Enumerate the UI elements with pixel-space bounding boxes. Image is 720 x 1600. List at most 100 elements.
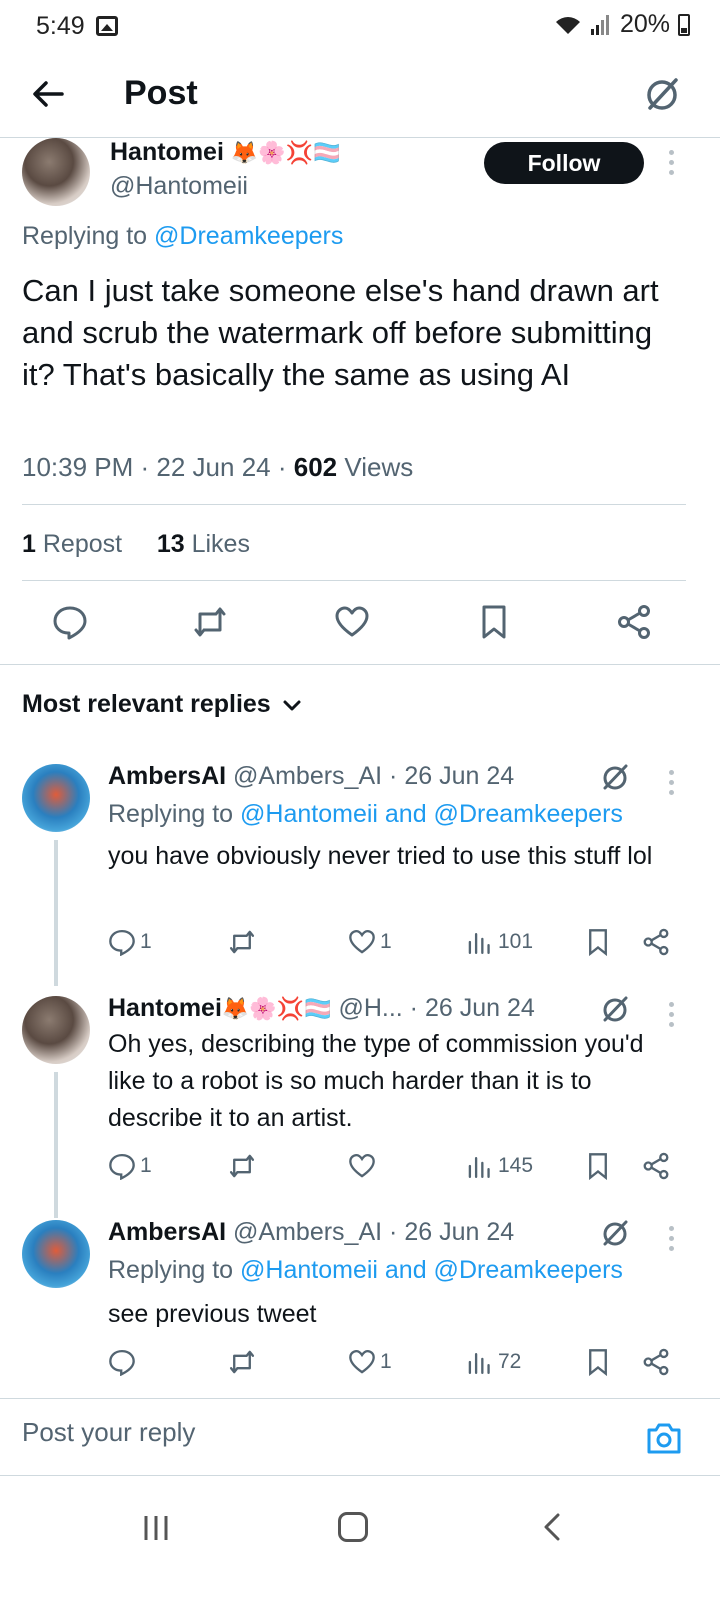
replying-to-link[interactable]: @Dreamkeepers: [154, 222, 343, 250]
views-count: 602: [293, 452, 338, 482]
bookmark-icon[interactable]: [476, 604, 512, 640]
views-button[interactable]: 145: [466, 1152, 533, 1180]
back-arrow-icon[interactable]: [28, 74, 68, 114]
replying-to: Replying to @Hantomeii and @Dreamkeepers: [108, 1256, 623, 1284]
reply-icon[interactable]: [52, 604, 88, 640]
engagement-stats: 1 Repost 13 Likes: [22, 530, 250, 559]
likes-stat[interactable]: 13 Likes: [157, 530, 250, 558]
author-name[interactable]: AmbersAI: [108, 1218, 226, 1246]
views-icon: [468, 1353, 490, 1375]
share-icon: [643, 1152, 669, 1180]
author-emojis: 🦊🌸💢🏳️‍⚧️: [221, 996, 332, 1021]
share-icon: [643, 1348, 669, 1376]
more-options-icon[interactable]: [669, 150, 675, 175]
signal-icon: [590, 14, 609, 35]
more-options-icon[interactable]: [669, 770, 675, 795]
repost-icon: [229, 1154, 255, 1178]
reply-header: AmbersAI @Ambers_AI · 26 Jun 24: [108, 1218, 515, 1246]
repost-icon: [229, 1350, 255, 1374]
reply-header: AmbersAI @Ambers_AI · 26 Jun 24: [108, 762, 515, 790]
thread-line: [54, 1072, 58, 1218]
like-icon[interactable]: [334, 604, 370, 640]
bookmark-button[interactable]: [584, 1152, 612, 1180]
repost-button[interactable]: [228, 1152, 256, 1180]
reply-text: see previous tweet: [108, 1300, 317, 1328]
status-bar: 5:49 20%: [0, 0, 720, 56]
share-button[interactable]: [642, 1152, 670, 1180]
grok-icon[interactable]: [642, 74, 682, 114]
repost-icon[interactable]: [192, 604, 228, 640]
share-button[interactable]: [642, 1348, 670, 1376]
share-icon[interactable]: [616, 604, 652, 640]
post-time: 10:39 PM: [22, 452, 134, 482]
likes-count: 1: [380, 1350, 392, 1373]
grok-icon[interactable]: [600, 994, 630, 1024]
views-count: 72: [498, 1350, 522, 1373]
replying-to: Replying to @Hantomeii and @Dreamkeepers: [108, 800, 623, 828]
system-navigation-bar: [0, 1476, 720, 1600]
share-icon: [643, 928, 669, 956]
camera-icon[interactable]: [646, 1421, 682, 1455]
reply-input[interactable]: [22, 1417, 622, 1448]
post-text: Can I just take someone else's hand draw…: [22, 273, 659, 392]
views-button[interactable]: 72: [466, 1348, 521, 1376]
like-button[interactable]: 1: [348, 1348, 392, 1376]
repost-button[interactable]: [228, 1348, 256, 1376]
author-handle[interactable]: @Hantomeii: [110, 172, 248, 201]
reply-button[interactable]: 1: [108, 928, 152, 956]
repost-button[interactable]: [228, 928, 256, 956]
author-handle[interactable]: @Ambers_AI: [233, 762, 382, 790]
bookmark-button[interactable]: [584, 928, 612, 956]
grok-icon[interactable]: [600, 1218, 630, 1248]
views-icon: [468, 1157, 490, 1179]
bookmark-button[interactable]: [584, 1348, 612, 1376]
reply-action-bar: 1 145: [108, 1152, 688, 1186]
chevron-down-icon: [283, 700, 301, 710]
more-options-icon[interactable]: [669, 1002, 675, 1027]
battery-percent: 20%: [619, 10, 670, 38]
replies-sort-label: Most relevant replies: [22, 690, 271, 718]
reply-action-bar: 1 1 101: [108, 928, 688, 962]
avatar[interactable]: [22, 1220, 90, 1288]
home-icon[interactable]: [338, 1512, 368, 1542]
reply-text: you have obviously never tried to use th…: [108, 842, 653, 870]
top-app-bar: Post: [0, 60, 720, 138]
reply-icon: [109, 1349, 135, 1376]
gallery-notification-icon: [96, 16, 118, 36]
author-name[interactable]: Hantomei 🦊🌸💢🏳️‍⚧️: [110, 138, 340, 167]
replies-count: 1: [140, 1154, 152, 1177]
more-options-icon[interactable]: [669, 1226, 675, 1251]
reply-date: 26 Jun 24: [404, 1218, 515, 1246]
wifi-icon: [555, 16, 580, 34]
author-name[interactable]: AmbersAI: [108, 762, 226, 790]
reposts-stat[interactable]: 1 Repost: [22, 530, 122, 558]
views-label: Views: [344, 452, 414, 482]
system-back-icon[interactable]: [540, 1512, 564, 1542]
author-handle[interactable]: @Ambers_AI: [233, 1218, 382, 1246]
follow-button[interactable]: Follow: [484, 142, 644, 184]
recent-apps-icon[interactable]: [142, 1514, 170, 1542]
like-button[interactable]: 1: [348, 928, 392, 956]
like-icon: [349, 929, 375, 954]
reply-action-bar: 1 72: [108, 1348, 688, 1382]
like-icon: [349, 1153, 375, 1178]
avatar[interactable]: [22, 138, 90, 206]
author-name[interactable]: Hantomei: [108, 994, 222, 1022]
avatar[interactable]: [22, 764, 90, 832]
grok-icon[interactable]: [600, 762, 630, 792]
replying-to-link[interactable]: @Hantomeii and @Dreamkeepers: [240, 1256, 623, 1284]
views-button[interactable]: 101: [466, 928, 533, 956]
post-metadata: 10:39 PM · 22 Jun 24 · 602 Views: [22, 452, 414, 482]
section-divider: [0, 664, 720, 665]
like-button[interactable]: [348, 1152, 376, 1180]
avatar[interactable]: [22, 996, 90, 1064]
reply-button[interactable]: 1: [108, 1152, 152, 1180]
replies-sort-dropdown[interactable]: Most relevant replies: [22, 690, 303, 719]
reply-text: Oh yes, describing the type of commissio…: [108, 1030, 644, 1132]
reply-button[interactable]: [108, 1348, 136, 1376]
share-button[interactable]: [642, 928, 670, 956]
author-handle[interactable]: @H...: [338, 994, 402, 1022]
reply-icon: [109, 1153, 135, 1180]
reply-header: Hantomei🦊🌸💢🏳️‍⚧️ @H... · 26 Jun 24: [108, 994, 535, 1022]
replying-to-link[interactable]: @Hantomeii and @Dreamkeepers: [240, 800, 623, 828]
